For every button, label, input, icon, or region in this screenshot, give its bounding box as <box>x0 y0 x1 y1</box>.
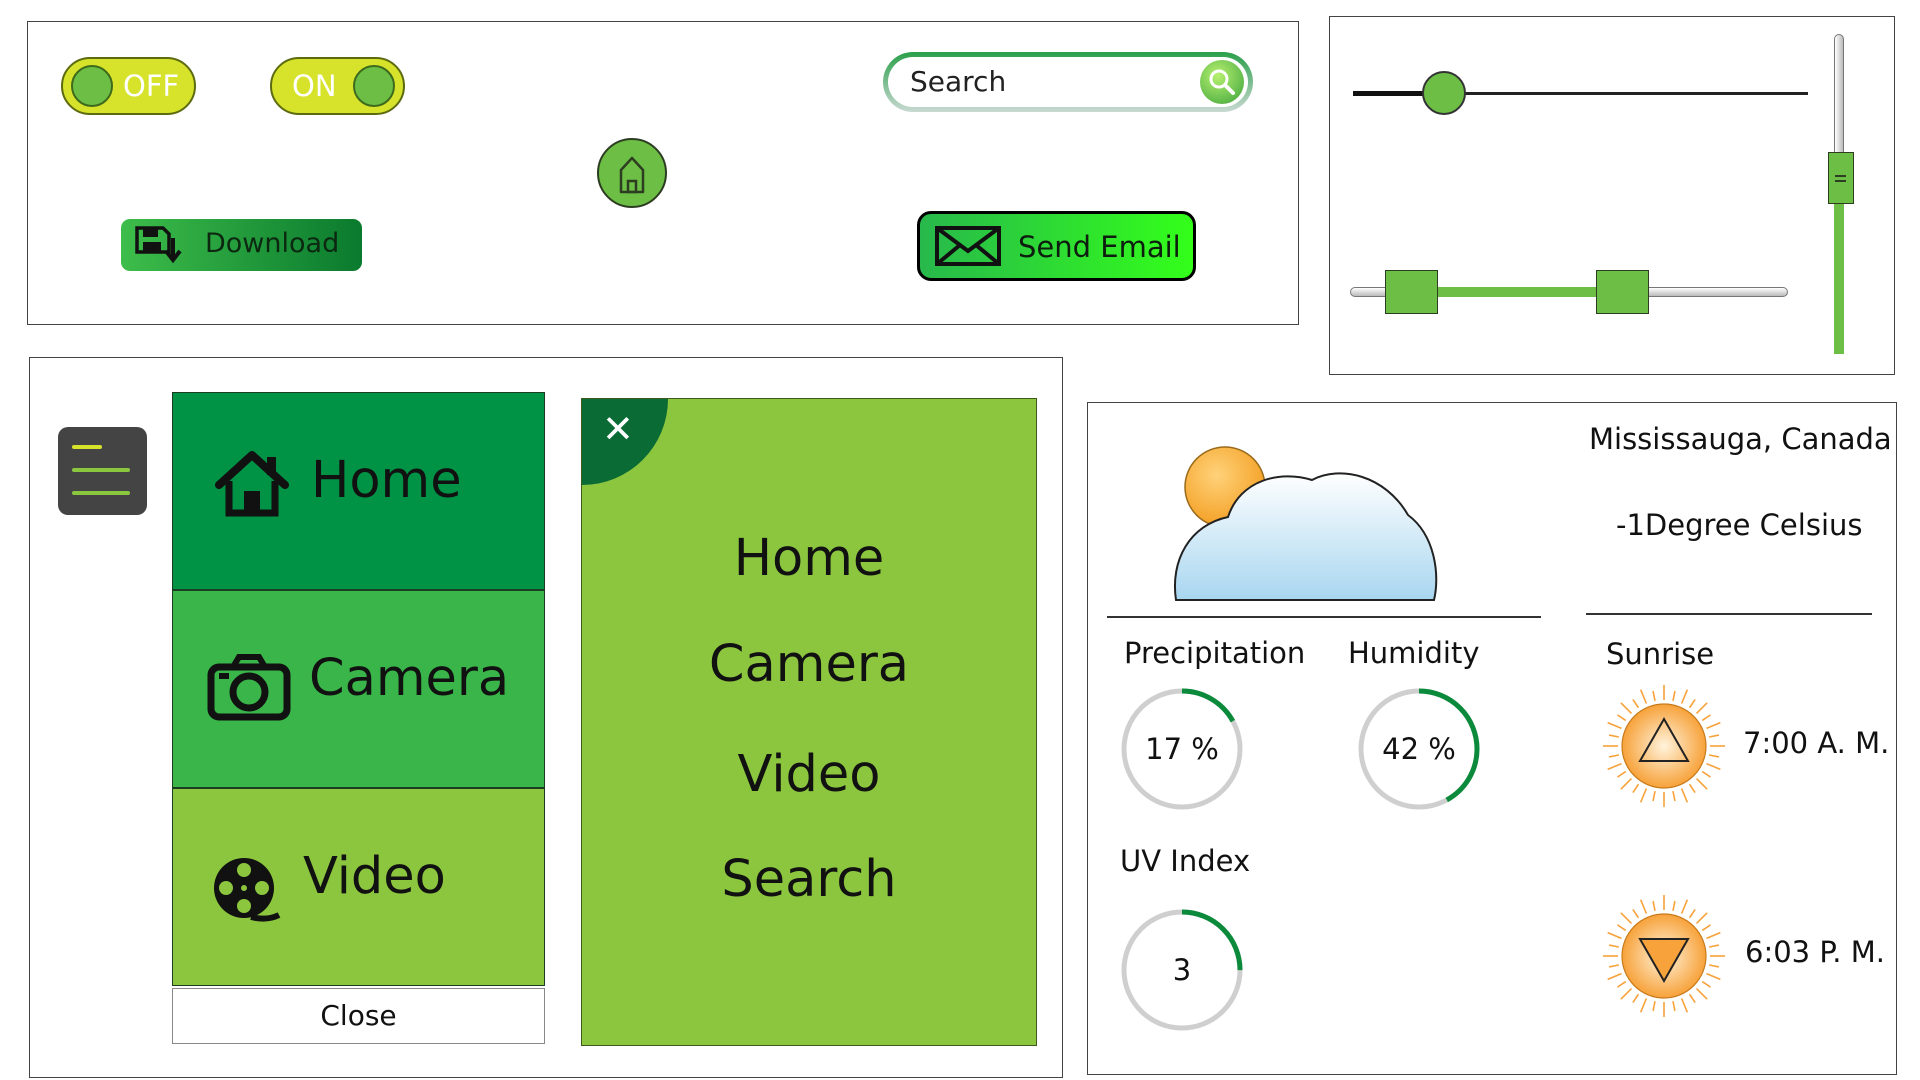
save-download-icon <box>135 226 182 264</box>
location-text: Mississauga, Canada <box>1589 422 1892 456</box>
temperature-text: -1Degree Celsius <box>1616 508 1863 542</box>
menu-item-camera[interactable]: Camera <box>582 635 1036 694</box>
toggle-knob <box>353 65 395 107</box>
menu-line <box>72 445 102 449</box>
sliders-panel <box>1329 16 1895 375</box>
uv-index-label: UV Index <box>1120 844 1251 878</box>
divider <box>1586 613 1872 615</box>
vertical-thumb[interactable] <box>1828 152 1854 204</box>
close-icon[interactable]: ✕ <box>602 407 634 451</box>
humidity-label: Humidity <box>1348 636 1480 670</box>
range-thumb-low[interactable] <box>1385 270 1439 314</box>
menu-line <box>72 468 130 472</box>
menu-line <box>72 491 130 495</box>
divider <box>1107 616 1541 618</box>
search-placeholder: Search <box>910 65 1007 98</box>
menu-item-video[interactable]: Video <box>582 745 1036 804</box>
partly-cloudy-icon <box>1174 446 1438 601</box>
vertical-fill <box>1834 178 1844 354</box>
menu-item-home[interactable]: Home <box>582 529 1036 588</box>
download-button[interactable]: Download <box>121 219 362 271</box>
humidity-value: 42 % <box>1382 732 1456 766</box>
sunset-time: 6:03 P. M. <box>1745 935 1885 969</box>
search-input[interactable]: Search <box>888 57 1248 107</box>
search-icon[interactable] <box>1200 60 1244 104</box>
menu-item-search[interactable]: Search <box>582 850 1036 909</box>
tile-label: Camera <box>309 649 510 708</box>
house-icon <box>619 156 645 194</box>
search-bar[interactable]: Search <box>883 52 1253 112</box>
tile-label: Home <box>311 451 462 510</box>
precipitation-label: Precipitation <box>1124 636 1306 670</box>
toggle-knob <box>71 65 113 107</box>
sunrise-time: 7:00 A. M. <box>1743 726 1890 760</box>
tile-label: Video <box>303 847 446 906</box>
hamburger-menu-button[interactable] <box>58 427 147 515</box>
envelope-icon <box>935 226 1001 266</box>
range-thumb-high[interactable] <box>1595 270 1649 314</box>
slider-thumb[interactable] <box>1422 71 1466 115</box>
range-fill <box>1411 287 1622 297</box>
download-label: Download <box>205 228 340 259</box>
humidity-gauge: 42 % <box>1356 686 1482 812</box>
uv-index-value: 3 <box>1172 953 1192 987</box>
toggle-on[interactable]: ON <box>270 57 405 115</box>
precipitation-value: 17 % <box>1145 732 1219 766</box>
slide-menu-panel: ✕ Home Camera Video Search <box>581 398 1037 1046</box>
film-reel-icon <box>214 858 281 922</box>
tile-item-camera[interactable]: Camera <box>172 590 545 788</box>
toggle-off[interactable]: OFF <box>61 57 196 115</box>
house-icon <box>215 451 289 517</box>
sunset-icon <box>1603 895 1725 1017</box>
camera-icon <box>207 654 291 721</box>
tile-item-video[interactable]: Video <box>172 788 545 986</box>
close-button[interactable]: Close <box>172 988 545 1044</box>
send-email-label: Send Email <box>1018 230 1181 264</box>
send-email-button[interactable]: Send Email <box>917 211 1196 281</box>
sunrise-label: Sunrise <box>1606 637 1715 671</box>
home-button[interactable] <box>597 138 667 208</box>
precipitation-gauge: 17 % <box>1119 686 1245 812</box>
toggle-on-label: ON <box>292 69 337 103</box>
toggle-off-label: OFF <box>123 69 180 103</box>
uv-index-gauge: 3 <box>1119 907 1245 1033</box>
tile-item-home[interactable]: Home <box>172 392 545 590</box>
sunrise-icon <box>1603 685 1725 807</box>
